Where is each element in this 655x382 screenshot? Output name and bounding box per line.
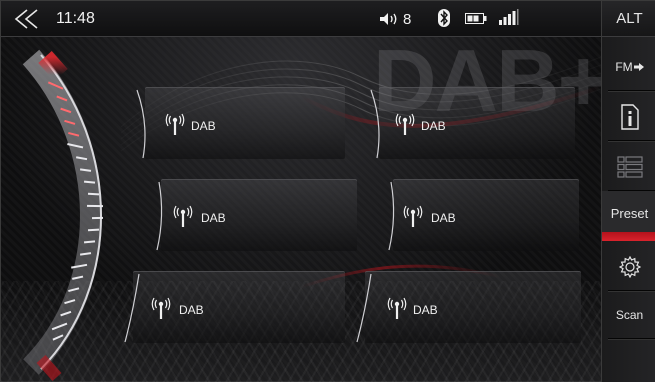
info-icon — [620, 104, 639, 130]
station-info-button[interactable] — [602, 93, 655, 142]
alt-button[interactable]: ALT — [602, 1, 655, 37]
bluetooth-icon — [438, 9, 450, 27]
battery-icon — [465, 13, 487, 24]
radio-screen: DAB+ 11:48 8 DAB DAB DAB DAB DAB DAB ALT… — [0, 0, 655, 382]
preset-button[interactable]: Preset — [602, 191, 655, 241]
menu-separator — [608, 90, 655, 92]
volume-icon — [380, 13, 397, 25]
side-menu: ALT FM Preset Scan — [601, 1, 655, 382]
scale-tick — [83, 180, 96, 184]
scale-tick — [87, 228, 100, 232]
preset-label: DAB — [179, 303, 204, 317]
fm-source-button[interactable]: FM — [602, 43, 655, 92]
preset-label: DAB — [431, 211, 456, 225]
station-list-button[interactable] — [602, 143, 655, 192]
volume-level: 8 — [403, 10, 412, 28]
tile-edge — [136, 89, 146, 159]
scan-label: Scan — [615, 308, 644, 322]
tile-edge — [370, 89, 380, 159]
preset-label: DAB — [421, 119, 446, 133]
tile-edge — [156, 181, 163, 251]
tile-edge — [356, 273, 372, 343]
antenna-icon — [395, 113, 415, 135]
tuning-scale — [22, 49, 104, 381]
preset-label: DAB — [191, 119, 216, 133]
scale-tick — [83, 240, 96, 244]
preset-tile-1[interactable]: DAB — [136, 87, 345, 159]
status-bar: 11:48 8 — [1, 1, 601, 37]
preset-tile-6[interactable]: DAB — [356, 271, 581, 343]
preset-label: DAB — [413, 303, 438, 317]
back-chevron-icon[interactable] — [11, 7, 47, 31]
tile-edge — [388, 181, 395, 251]
scan-button[interactable]: Scan — [602, 291, 655, 340]
preset-tile-2[interactable]: DAB — [370, 87, 575, 159]
signal-icon — [499, 9, 519, 25]
volume-indicator: 8 — [379, 10, 411, 28]
menu-separator — [608, 140, 655, 142]
scale-tick — [87, 192, 100, 196]
antenna-icon — [151, 297, 171, 319]
alt-label: ALT — [616, 10, 643, 27]
menu-separator — [608, 338, 655, 340]
clock: 11:48 — [56, 10, 95, 27]
gear-icon — [618, 256, 641, 278]
preset-menu-label: Preset — [610, 205, 649, 221]
list-icon — [616, 156, 643, 178]
fm-label: FM — [615, 60, 633, 74]
tile-edge — [124, 273, 140, 343]
antenna-icon — [403, 205, 423, 227]
antenna-icon — [173, 205, 193, 227]
preset-tile-5[interactable]: DAB — [124, 271, 345, 343]
preset-tile-3[interactable]: DAB — [156, 179, 357, 251]
preset-tile-4[interactable]: DAB — [388, 179, 579, 251]
preset-label: DAB — [201, 211, 226, 225]
antenna-icon — [165, 113, 185, 135]
settings-button[interactable] — [602, 243, 655, 292]
antenna-icon — [387, 297, 407, 319]
arrow-right-icon — [633, 63, 644, 71]
